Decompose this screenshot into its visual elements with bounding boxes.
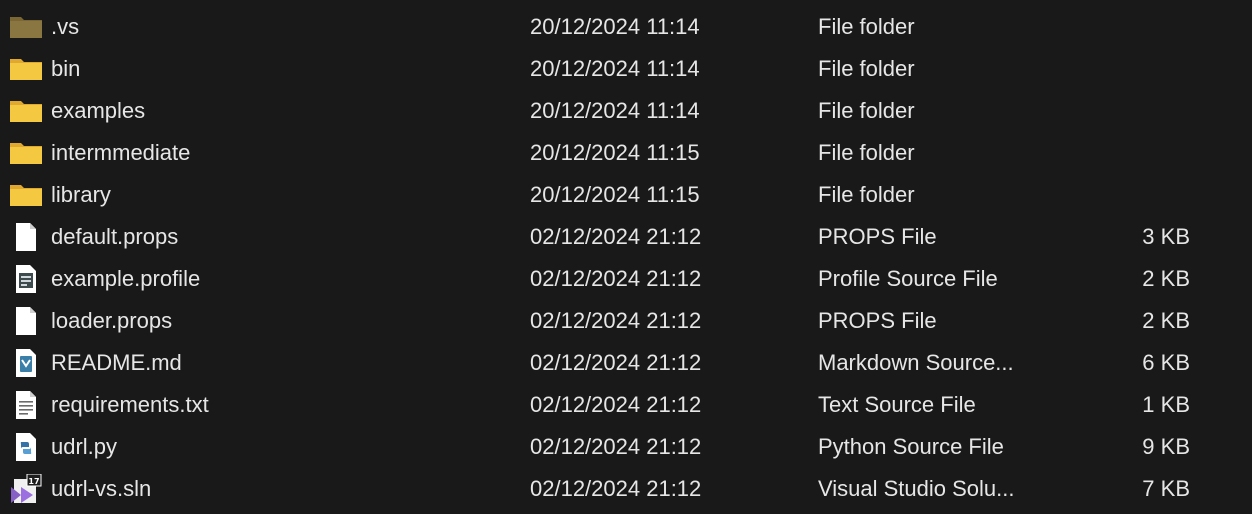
file-row-intermmediate[interactable]: intermmediate 20/12/2024 11:15 File fold…: [0, 132, 1252, 174]
file-size: 3 KB: [1142, 224, 1190, 249]
file-date-modified: 02/12/2024 21:12: [530, 308, 702, 333]
file-row-example-profile[interactable]: example.profile 02/12/2024 21:12 Profile…: [0, 258, 1252, 300]
file-row-library[interactable]: library 20/12/2024 11:15 File folder: [0, 174, 1252, 216]
file-size: 2 KB: [1142, 266, 1190, 291]
file-type: Text Source File: [818, 392, 976, 417]
folder-icon: [8, 54, 44, 84]
file-date-modified: 20/12/2024 11:14: [530, 98, 700, 123]
file-type: File folder: [818, 98, 915, 123]
file-date-modified: 20/12/2024 11:14: [530, 56, 700, 81]
file-type: File folder: [818, 14, 915, 39]
file-name: default.props: [51, 224, 179, 249]
file-icon: [8, 306, 44, 336]
file-size: 6 KB: [1142, 350, 1190, 375]
file-date-modified: 02/12/2024 21:12: [530, 224, 702, 249]
file-date-modified: 02/12/2024 21:12: [530, 476, 702, 501]
file-row-requirements-txt[interactable]: requirements.txt 02/12/2024 21:12 Text S…: [0, 384, 1252, 426]
file-name: examples: [51, 98, 146, 123]
file-icon: [8, 222, 44, 252]
file-size: 2 KB: [1142, 308, 1190, 333]
folder-icon: [8, 138, 44, 168]
file-type: File folder: [818, 182, 915, 207]
file-row-bin[interactable]: bin 20/12/2024 11:14 File folder: [0, 48, 1252, 90]
file-size: 7 KB: [1142, 476, 1190, 501]
python-file-icon: [8, 432, 44, 462]
file-row-vs[interactable]: .vs 20/12/2024 11:14 File folder: [0, 6, 1252, 48]
profile-file-icon: [8, 264, 44, 294]
file-type: PROPS File: [818, 308, 937, 333]
file-name: loader.props: [51, 308, 173, 333]
folder-icon: [8, 12, 44, 42]
file-row-readme-md[interactable]: README.md 02/12/2024 21:12 Markdown Sour…: [0, 342, 1252, 384]
file-date-modified: 02/12/2024 21:12: [530, 392, 702, 417]
file-name: intermmediate: [51, 140, 191, 165]
svg-text:17: 17: [28, 477, 39, 486]
file-date-modified: 20/12/2024 11:15: [530, 182, 700, 207]
file-name: bin: [51, 56, 81, 81]
folder-icon: [8, 96, 44, 126]
file-name: requirements.txt: [51, 392, 209, 417]
file-name: README.md: [51, 350, 182, 375]
file-date-modified: 02/12/2024 21:12: [530, 350, 702, 375]
file-size: 9 KB: [1142, 434, 1190, 459]
file-date-modified: 02/12/2024 21:12: [530, 434, 702, 459]
file-type: Visual Studio Solu...: [818, 476, 1015, 501]
file-row-udrl-py[interactable]: udrl.py 02/12/2024 21:12 Python Source F…: [0, 426, 1252, 468]
file-row-udrl-vs-sln[interactable]: 17 udrl-vs.sln 02/12/2024 21:12 Visual S…: [0, 468, 1252, 510]
file-date-modified: 20/12/2024 11:14: [530, 14, 700, 39]
visual-studio-solution-icon: 17: [8, 474, 44, 504]
file-type: Profile Source File: [818, 266, 998, 291]
markdown-file-icon: [8, 348, 44, 378]
file-name: example.profile: [51, 266, 201, 291]
file-type: File folder: [818, 140, 915, 165]
file-type: PROPS File: [818, 224, 937, 249]
file-date-modified: 20/12/2024 11:15: [530, 140, 700, 165]
file-row-loader-props[interactable]: loader.props 02/12/2024 21:12 PROPS File…: [0, 300, 1252, 342]
file-type: Python Source File: [818, 434, 1004, 459]
file-name: library: [51, 182, 111, 207]
file-name: udrl-vs.sln: [51, 476, 152, 501]
file-row-examples[interactable]: examples 20/12/2024 11:14 File folder: [0, 90, 1252, 132]
file-date-modified: 02/12/2024 21:12: [530, 266, 702, 291]
file-name: .vs: [51, 14, 80, 39]
text-file-icon: [8, 390, 44, 420]
folder-icon: [8, 180, 44, 210]
file-row-default-props[interactable]: default.props 02/12/2024 21:12 PROPS Fil…: [0, 216, 1252, 258]
file-type: Markdown Source...: [818, 350, 1014, 375]
file-size: 1 KB: [1142, 392, 1190, 417]
file-list: .vs 20/12/2024 11:14 File folder bin 20/…: [0, 0, 1252, 514]
file-name: udrl.py: [51, 434, 118, 459]
file-type: File folder: [818, 56, 915, 81]
